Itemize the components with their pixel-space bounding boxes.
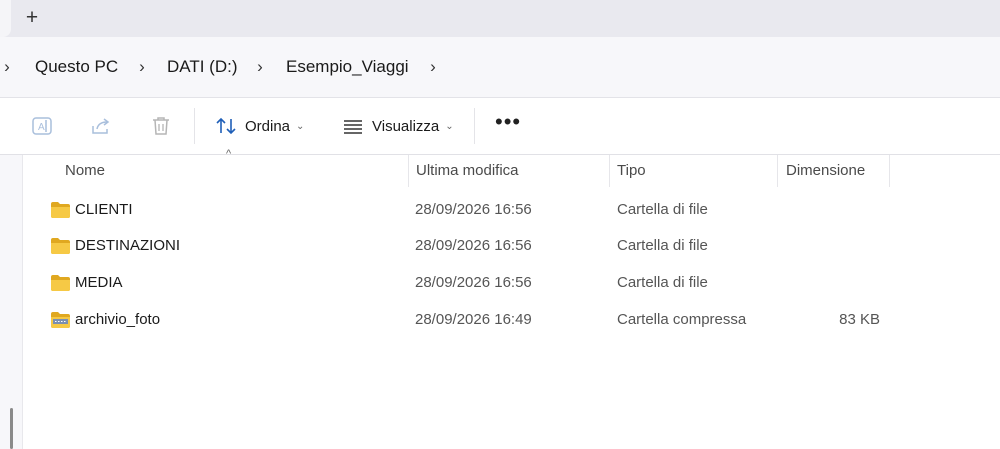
file-name: DESTINAZIONI	[75, 237, 181, 254]
column-header-type[interactable]: Tipo	[617, 155, 646, 187]
chevron-down-icon: ⌄	[445, 120, 454, 132]
breadcrumb-root-chevron-icon[interactable]: ›	[0, 55, 14, 79]
file-row[interactable]: DESTINAZIONI 28/09/2026 16:56 Cartella d…	[44, 229, 890, 265]
file-row[interactable]: MEDIA 28/09/2026 16:56 Cartella di file	[44, 266, 890, 302]
navigation-pane[interactable]	[0, 155, 23, 449]
breadcrumb-chevron-icon[interactable]: ›	[426, 55, 440, 79]
view-button[interactable]: Visualizza ⌄	[342, 112, 454, 140]
rename-icon[interactable]: A	[30, 114, 54, 138]
toolbar-divider	[474, 108, 475, 144]
file-type: Cartella di file	[617, 237, 708, 254]
file-name: CLIENTI	[75, 201, 133, 218]
share-icon[interactable]	[89, 114, 113, 138]
address-bar: › Questo PC › DATI (D:) › Esempio_Viaggi…	[0, 37, 1000, 98]
column-header-modified[interactable]: Ultima modifica	[416, 155, 519, 187]
file-modified: 28/09/2026 16:56	[415, 201, 532, 218]
file-row[interactable]: CLIENTI 28/09/2026 16:56 Cartella di fil…	[44, 193, 890, 229]
breadcrumb-chevron-icon[interactable]: ›	[253, 55, 267, 79]
file-modified: 28/09/2026 16:56	[415, 274, 532, 291]
breadcrumb-chevron-icon[interactable]: ›	[135, 55, 149, 79]
column-header-name[interactable]: Nome	[65, 155, 105, 187]
file-size: 83 KB	[839, 311, 880, 328]
sort-icon	[216, 117, 236, 135]
more-options-button[interactable]: •••	[495, 111, 521, 140]
sort-ascending-icon: ^	[226, 148, 232, 160]
chevron-down-icon: ⌄	[296, 120, 305, 132]
breadcrumb-item-esempio-viaggi[interactable]: Esempio_Viaggi	[286, 57, 409, 77]
column-divider[interactable]	[609, 155, 610, 187]
delete-icon[interactable]	[149, 114, 173, 138]
sort-label: Ordina	[245, 117, 291, 135]
breadcrumb-item-questo-pc[interactable]: Questo PC	[35, 57, 118, 77]
command-bar: A Ordina ⌄ Visualizza ⌄ •••	[0, 98, 1000, 155]
svg-text:A: A	[38, 122, 45, 133]
folder-icon	[51, 275, 70, 291]
zip-folder-icon	[51, 312, 70, 328]
file-type: Cartella compressa	[617, 311, 747, 328]
toolbar-divider	[194, 108, 195, 144]
view-icon	[344, 120, 362, 134]
file-modified: 28/09/2026 16:49	[415, 311, 532, 328]
active-tab[interactable]	[0, 0, 11, 37]
new-tab-button[interactable]: +	[21, 5, 43, 31]
breadcrumb-item-drive[interactable]: DATI (D:)	[167, 57, 238, 77]
column-header-size[interactable]: Dimensione	[786, 155, 865, 187]
tab-strip: +	[0, 0, 1000, 37]
folder-icon	[51, 238, 70, 254]
folder-icon	[51, 202, 70, 218]
sort-button[interactable]: Ordina ⌄	[215, 112, 304, 140]
scrollbar-thumb[interactable]	[10, 408, 13, 449]
view-label: Visualizza	[372, 117, 440, 135]
file-type: Cartella di file	[617, 274, 708, 291]
file-name: archivio_foto	[75, 311, 161, 328]
file-name: MEDIA	[75, 274, 123, 291]
column-divider[interactable]	[889, 155, 890, 187]
file-row[interactable]: archivio_foto 28/09/2026 16:49 Cartella …	[44, 303, 890, 339]
file-modified: 28/09/2026 16:56	[415, 237, 532, 254]
column-divider[interactable]	[777, 155, 778, 187]
column-divider[interactable]	[408, 155, 409, 187]
file-type: Cartella di file	[617, 201, 708, 218]
